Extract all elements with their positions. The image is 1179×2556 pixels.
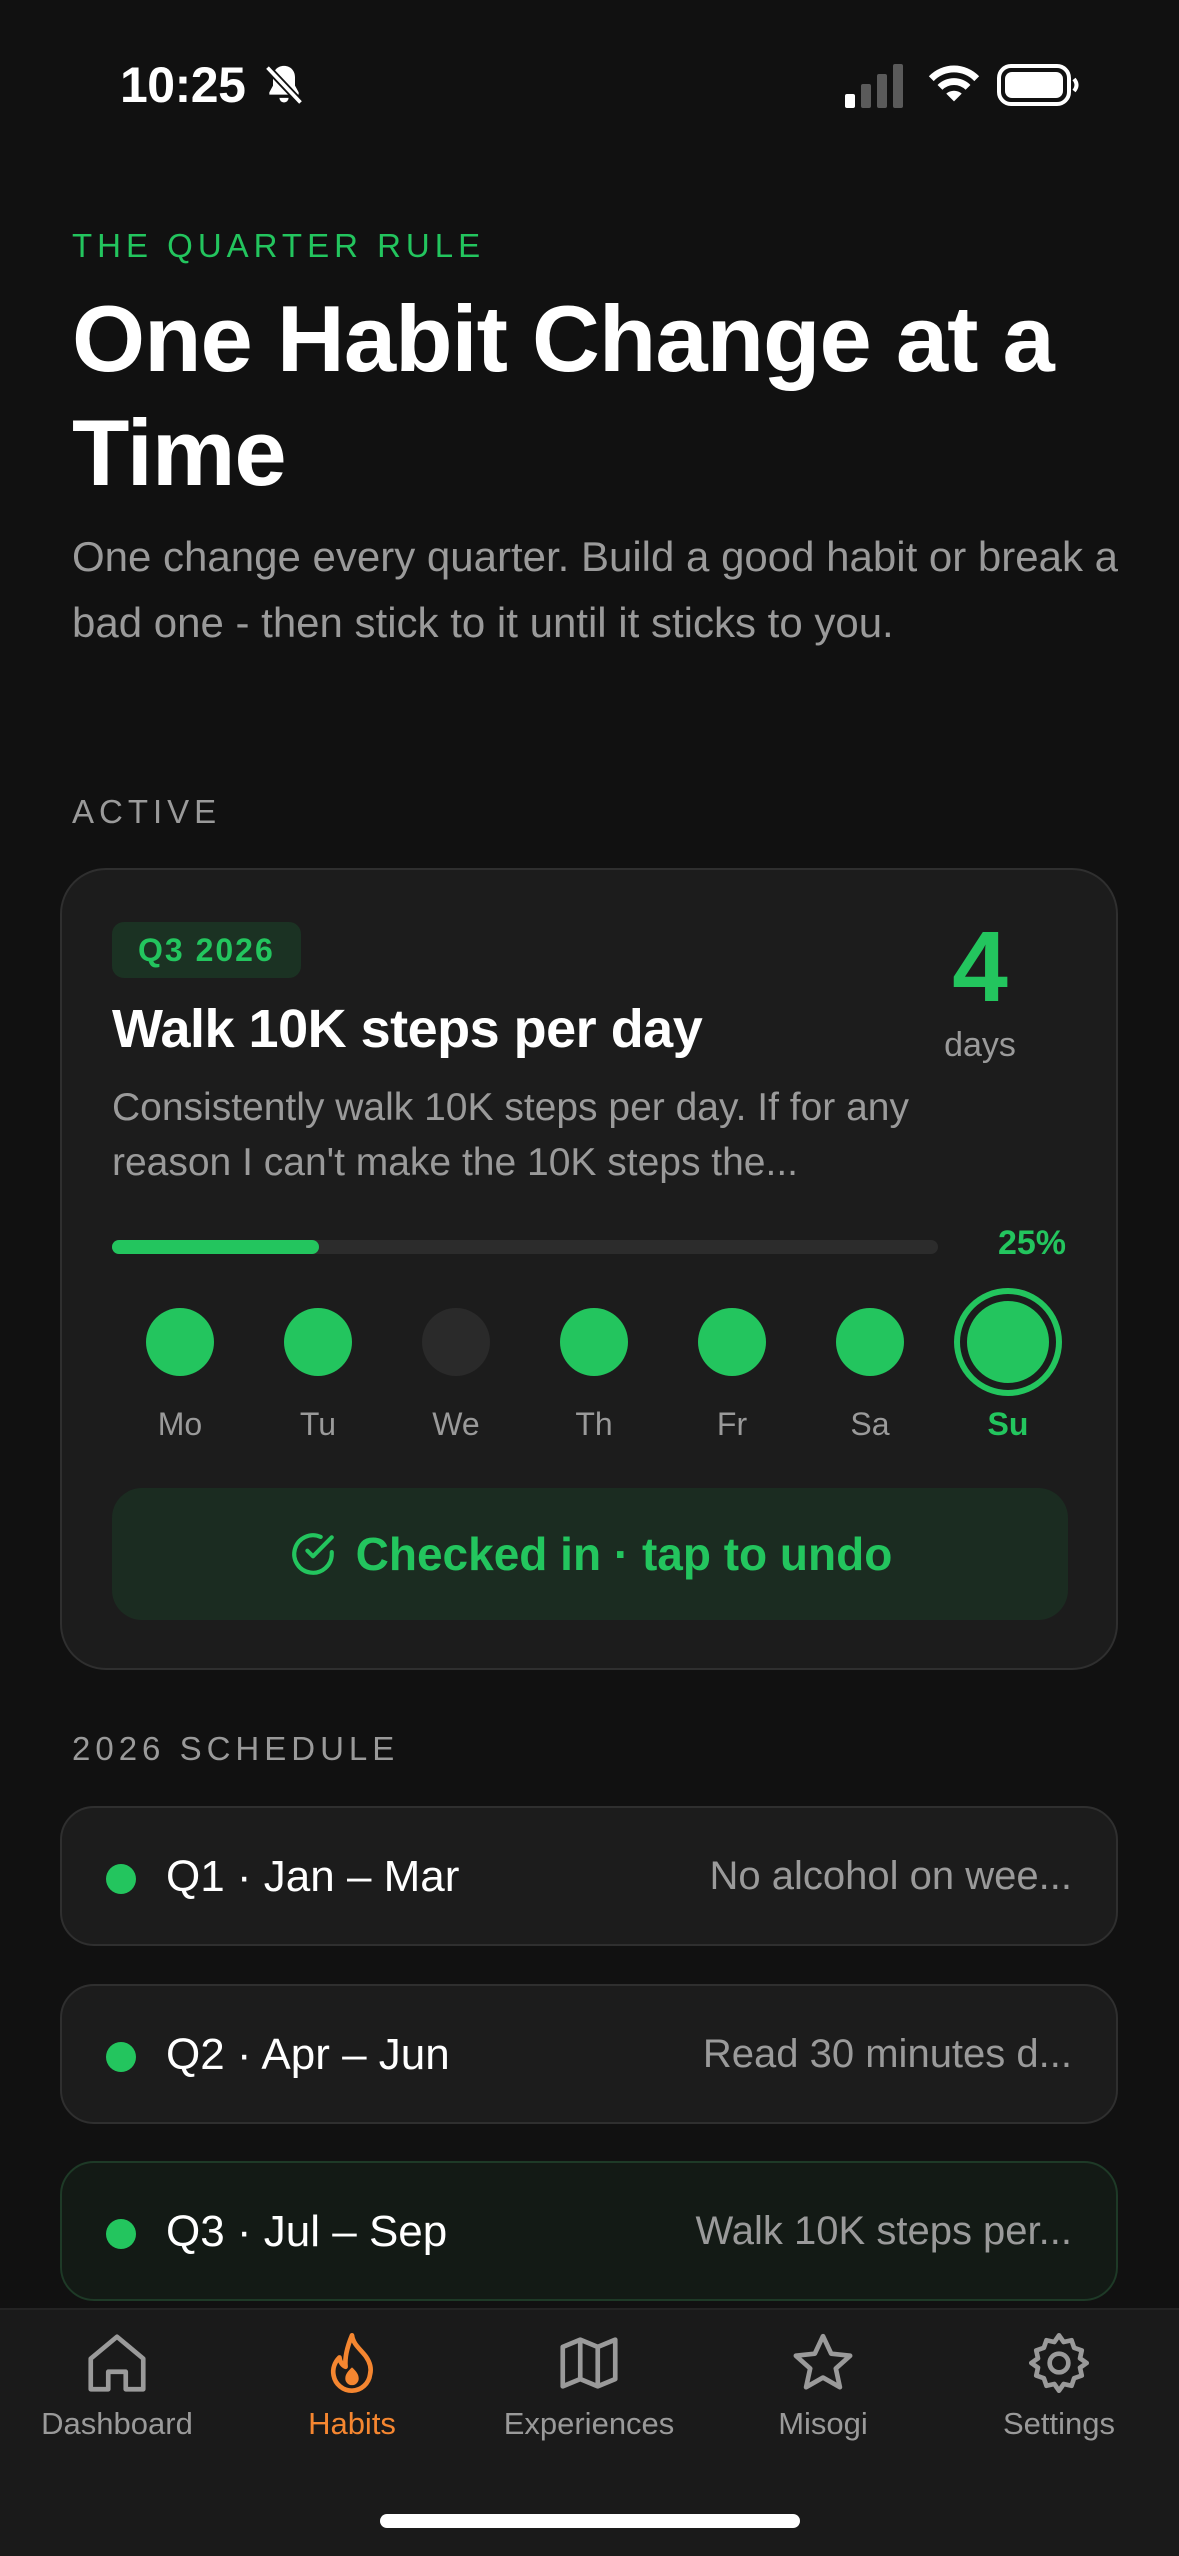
tab-dashboard[interactable]: Dashboard [7,2328,227,2442]
day-done-dot [836,1308,904,1376]
progress-percent: 25% [997,1224,1066,1262]
streak-count: 4 [952,911,1008,1023]
page-subtitle: One change every quarter. Build a good h… [72,533,1119,646]
day-mo[interactable]: Mo [120,1308,240,1443]
day-label: Su [987,1406,1029,1442]
flame-icon [317,2328,387,2398]
day-label: We [432,1406,480,1442]
day-done-dot [960,1294,1056,1390]
day-done-dot [146,1308,214,1376]
status-bar: 10:25 [0,0,1179,150]
schedule-habit: No alcohol on wee... [709,1854,1072,1898]
cellular-signal-icon [845,64,903,108]
status-time: 10:25 [120,57,246,113]
day-fr[interactable]: Fr [672,1308,792,1443]
schedule-row[interactable]: Q2 · Apr – Jun Read 30 minutes d... [60,1984,1118,2124]
schedule-quarter: Q1 · Jan – Mar [166,1852,460,1901]
schedule-row[interactable]: Q1 · Jan – Mar No alcohol on wee... [60,1806,1118,1946]
schedule-quarter: Q2 · Apr – Jun [166,2030,450,2079]
tab-label: Dashboard [41,2406,193,2441]
day-label: Sa [850,1406,890,1442]
battery-icon [997,64,1079,106]
check-circle-icon [291,1533,334,1575]
status-dot [106,1864,136,1894]
tab-settings[interactable]: Settings [949,2328,1169,2442]
day-label: Tu [299,1406,337,1442]
star-icon [788,2328,858,2398]
day-done-dot [560,1308,628,1376]
tab-label: Settings [1002,2406,1115,2441]
bell-slash-icon [264,65,304,106]
status-dot [106,2219,136,2249]
habit-title: Walk 10K steps per day [112,999,703,1059]
active-habit-card[interactable]: Q3 2026 Walk 10K steps per day Consisten… [60,868,1118,1670]
home-indicator[interactable] [380,2514,800,2528]
status-dot [106,2042,136,2072]
schedule-quarter: Q3 · Jul – Sep [166,2207,448,2256]
map-icon [554,2328,624,2398]
schedule-habit: Read 30 minutes d... [702,2032,1072,2076]
tab-label: Misogi [778,2406,868,2441]
day-done-dot [284,1308,352,1376]
tab-label: Habits [308,2406,396,2441]
progress-bar [112,1240,938,1254]
wifi-icon [928,65,980,102]
section-eyebrow: THE QUARTER RULE [72,227,486,264]
habit-description: Consistently walk 10K steps per day. If … [112,1086,909,1184]
tab-label: Experiences [503,2406,675,2441]
progress-fill [112,1240,319,1254]
gear-icon [1024,2328,1094,2398]
day-su[interactable]: Su [948,1294,1068,1443]
tab-misogi[interactable]: Misogi [713,2328,933,2442]
day-missed-dot [422,1308,490,1376]
checkin-undo-button[interactable]: Checked in · tap to undo [112,1488,1068,1620]
day-label: Fr [716,1406,748,1442]
day-label: Th [575,1406,613,1442]
home-icon [82,2328,152,2398]
tab-habits[interactable]: Habits [242,2328,462,2442]
day-sa[interactable]: Sa [810,1308,930,1443]
schedule-habit: Walk 10K steps per... [695,2209,1072,2253]
day-we[interactable]: We [396,1308,516,1443]
page-title: One Habit Change at a Time [72,286,1055,505]
day-th[interactable]: Th [534,1308,654,1443]
quarter-badge: Q3 2026 [112,922,301,978]
checkin-label: Checked in · tap to undo [355,1528,893,1580]
day-label: Mo [157,1406,203,1442]
week-tracker: Mo Tu We Th Fr Sa Su [112,1294,1072,1468]
schedule-row[interactable]: Q3 · Jul – Sep Walk 10K steps per... [60,2161,1118,2301]
day-tu[interactable]: Tu [258,1308,378,1443]
streak-unit: days [944,1026,1016,1064]
tab-experiences[interactable]: Experiences [479,2328,699,2442]
schedule-section-label: 2026 SCHEDULE [72,1730,400,1767]
active-section-label: ACTIVE [72,793,222,830]
day-done-dot [698,1308,766,1376]
